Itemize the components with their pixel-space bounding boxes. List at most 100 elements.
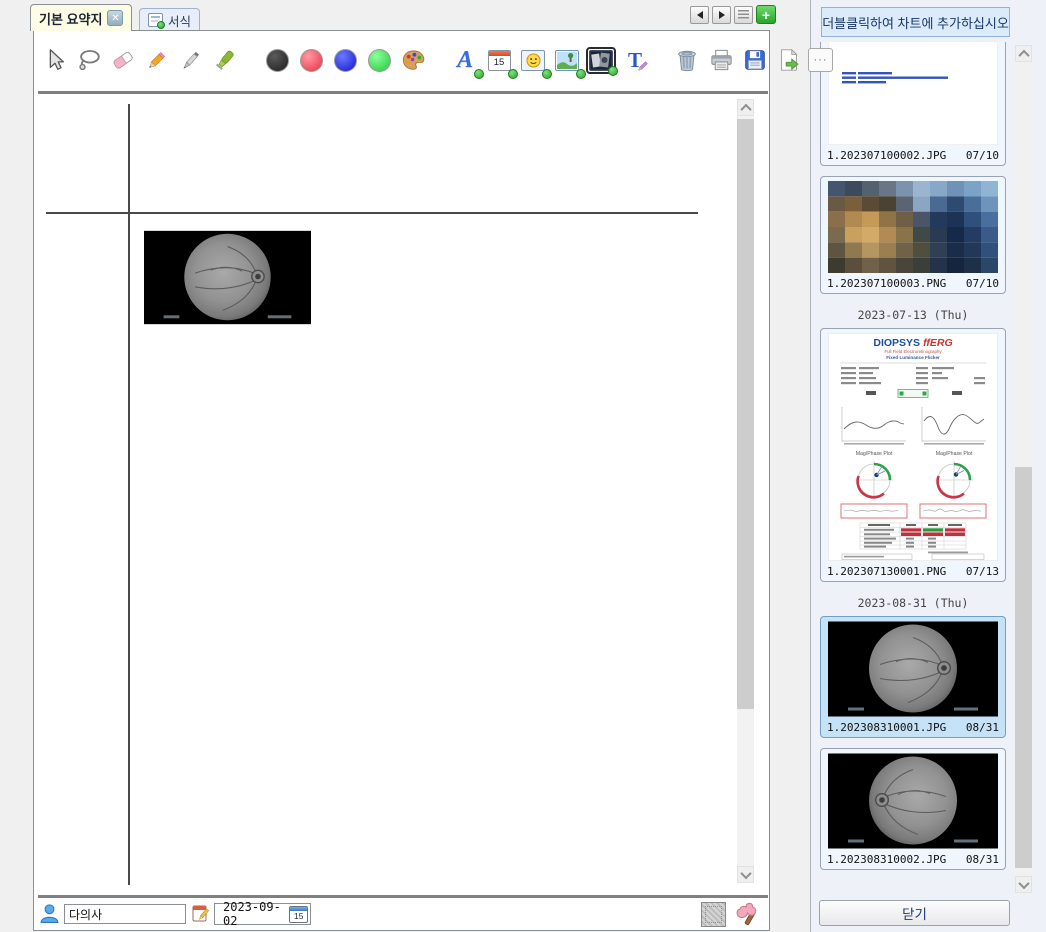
add-date-calendar-icon: 15	[488, 50, 511, 71]
list-icon	[738, 10, 749, 19]
add-image-icon	[555, 50, 579, 71]
export-button[interactable]	[774, 45, 804, 75]
lasso-icon	[76, 47, 102, 73]
add-text-icon: A	[457, 48, 473, 72]
page-navigation: +	[690, 5, 776, 24]
report-plot-label-left: Mag/Phase Plot	[856, 451, 893, 457]
sidebar-scroll-down-button[interactable]	[1015, 876, 1032, 893]
sidebar-scrollbar[interactable]	[1015, 45, 1032, 893]
thumbnail-filename: 1.202308310001.JPG	[827, 721, 946, 734]
thumbnail-item-report[interactable]: DIOPSYSffERG Full Field Electroretinogra…	[820, 328, 1006, 582]
report-thumbnail-image: DIOPSYSffERG Full Field Electroretinogra…	[828, 333, 998, 561]
more-tools-button[interactable]: ···	[808, 48, 833, 72]
report-brand-red: ffERG	[923, 337, 953, 349]
save-button[interactable]	[740, 45, 770, 75]
report-subtitle-2: Fixed Luminance Flicker	[886, 355, 940, 360]
doctor-name-input[interactable]	[64, 904, 186, 924]
canvas-scrollbar[interactable]	[737, 99, 754, 883]
prev-page-button[interactable]	[690, 6, 709, 24]
chevron-up-icon	[1018, 49, 1029, 60]
thumbnail-item-fundus[interactable]: 1.202308310002.JPG 08/31	[820, 748, 1006, 870]
thumbnail-filename: 1.202307130001.PNG	[827, 565, 946, 578]
lasso-tool[interactable]	[74, 45, 104, 75]
add-image-button[interactable]	[552, 45, 582, 75]
plus-badge-icon	[508, 69, 518, 79]
canvas-scrollbar-thumb[interactable]	[737, 119, 754, 709]
drawn-vertical-line	[128, 104, 130, 885]
tab-basic-summary[interactable]: 기본 요약지 ✕	[30, 4, 132, 31]
add-text-button[interactable]: A	[450, 45, 480, 75]
list-gap	[820, 738, 1008, 748]
highlighter-tool[interactable]	[210, 45, 240, 75]
pencil-tool[interactable]	[142, 45, 172, 75]
chart-canvas[interactable]	[34, 94, 769, 894]
add-medical-image-button-selected[interactable]	[586, 47, 616, 74]
svg-text:DIOPSYSffERG: DIOPSYSffERG	[873, 337, 952, 349]
pencil-icon	[144, 47, 170, 73]
add-date-button[interactable]: 15	[484, 45, 514, 75]
drawing-toolbar: A 15 T	[40, 39, 833, 81]
eraser-tool[interactable]	[108, 45, 138, 75]
color-green-button[interactable]	[364, 45, 394, 75]
add-to-chart-hint-button[interactable]: 더블클릭하여 차트에 추가하십시오	[821, 7, 1010, 37]
chevron-down-icon	[1018, 877, 1029, 888]
right-arrow-icon	[719, 11, 725, 19]
green-color-icon	[368, 49, 391, 72]
page-list-button[interactable]	[734, 6, 753, 24]
add-stamp-button[interactable]	[518, 45, 548, 75]
highlighter-icon	[212, 47, 238, 73]
photo-thumbnail-image	[828, 181, 998, 273]
pen-tool[interactable]	[176, 45, 206, 75]
thumbnail-date: 07/10	[966, 149, 999, 162]
placed-fundus-image[interactable]	[144, 230, 311, 325]
close-panel-button[interactable]: 닫기	[819, 900, 1010, 926]
image-sidebar: 더블클릭하여 차트에 추가하십시오 1.202307100002.JPG 07/…	[811, 0, 1046, 932]
canvas-scroll-up-button[interactable]	[737, 99, 754, 116]
red-color-icon	[300, 49, 323, 72]
sidebar-scroll-up-button[interactable]	[1015, 45, 1032, 62]
pen-icon	[178, 47, 204, 73]
color-red-button[interactable]	[296, 45, 326, 75]
next-page-button[interactable]	[712, 6, 731, 24]
eraser-icon	[110, 47, 136, 73]
chevron-down-icon	[740, 867, 751, 878]
list-gap	[820, 166, 1008, 176]
tab-basic-summary-label: 기본 요약지	[39, 9, 102, 28]
user-icon	[39, 903, 60, 924]
plus-badge-icon	[608, 66, 618, 76]
color-black-button[interactable]	[262, 45, 292, 75]
palette-icon	[400, 47, 427, 74]
memo-edit-icon[interactable]	[192, 904, 209, 923]
black-color-icon	[266, 49, 289, 72]
chart-date-field[interactable]: 2023-09-02 15	[214, 903, 311, 925]
left-arrow-icon	[697, 11, 703, 19]
edit-text-button[interactable]: T	[620, 45, 650, 75]
color-palette-button[interactable]	[398, 45, 428, 75]
footer-separator	[38, 895, 768, 898]
select-cursor-tool[interactable]	[40, 45, 70, 75]
print-button[interactable]	[706, 45, 736, 75]
seal-stamp-icon[interactable]	[701, 902, 726, 927]
color-blue-button[interactable]	[330, 45, 360, 75]
date-group-header: 2023-07-13 (Thu)	[820, 308, 1006, 322]
cursor-icon	[42, 47, 68, 73]
thumbnail-item-fundus-selected[interactable]: 1.202308310001.JPG 08/31	[820, 616, 1006, 738]
form-doc-icon	[148, 13, 163, 27]
thumbnail-list[interactable]: 1.202307100002.JPG 07/10 1.202307100003.…	[820, 42, 1008, 895]
report-plot-label-right: Mag/Phase Plot	[936, 451, 973, 457]
chart-date-value: 2023-09-02	[223, 900, 289, 928]
canvas-scroll-down-button[interactable]	[737, 866, 754, 883]
plus-badge-icon	[157, 21, 165, 29]
thumbnail-date: 07/10	[966, 277, 999, 290]
thumbnail-item-document[interactable]: 1.202307100002.JPG 07/10	[820, 42, 1006, 166]
tab-form[interactable]: 서식	[139, 8, 200, 31]
date-picker-button[interactable]: 15	[289, 906, 308, 923]
add-page-button[interactable]: +	[756, 5, 776, 24]
close-tab-icon[interactable]: ✕	[107, 10, 123, 26]
thumbnail-item-photo[interactable]: 1.202307100003.PNG 07/10	[820, 176, 1006, 294]
stamp-tool-icon[interactable]	[734, 901, 762, 928]
chart-editor-frame: A 15 T	[33, 30, 770, 931]
delete-button[interactable]	[672, 45, 702, 75]
sidebar-scrollbar-thumb[interactable]	[1015, 467, 1032, 868]
thumbnail-date: 08/31	[966, 721, 999, 734]
